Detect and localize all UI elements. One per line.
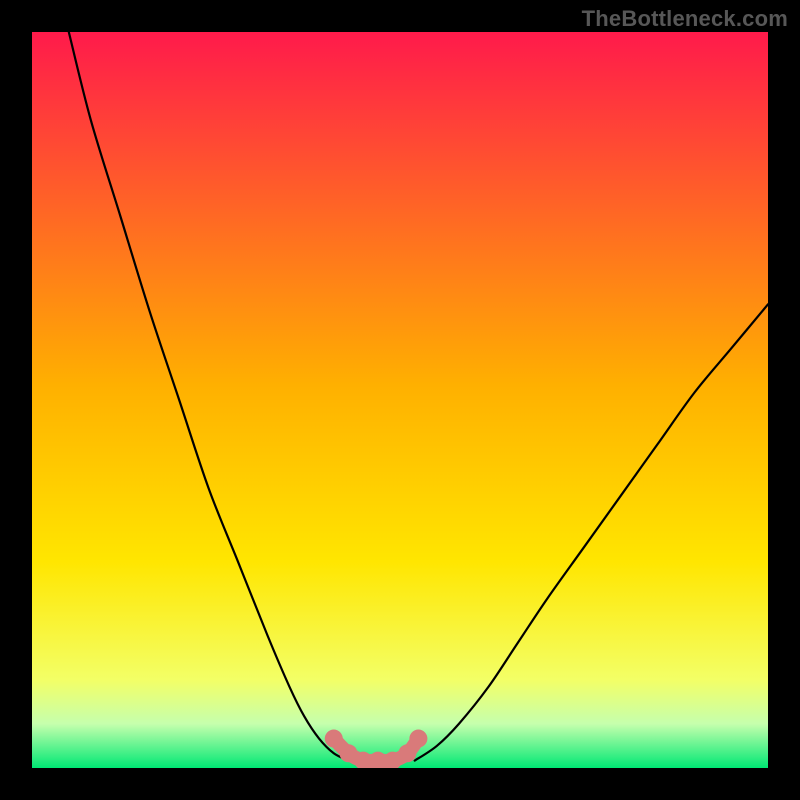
valley-dot	[409, 730, 427, 748]
valley-dot	[398, 744, 416, 762]
valley-dot	[325, 730, 343, 748]
chart-svg	[32, 32, 768, 768]
gradient-background	[32, 32, 768, 768]
watermark-text: TheBottleneck.com	[582, 6, 788, 32]
plot-area	[32, 32, 768, 768]
outer-frame: TheBottleneck.com	[0, 0, 800, 800]
